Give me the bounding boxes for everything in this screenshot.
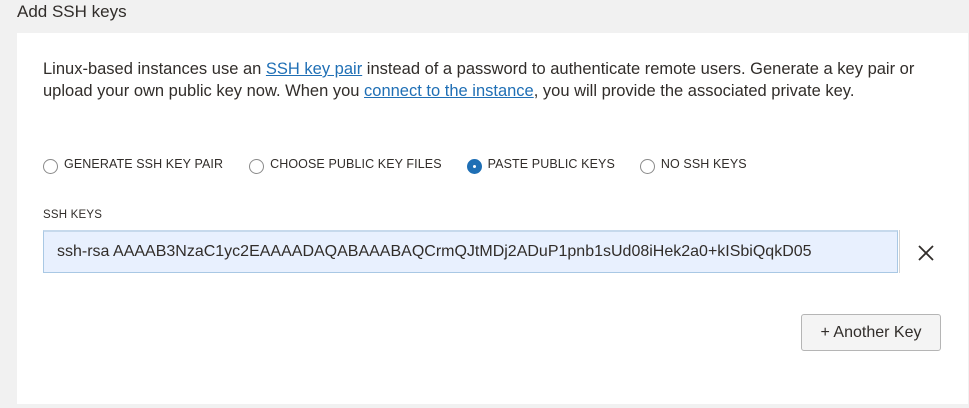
radio-circle-no-keys[interactable]: [639, 158, 655, 174]
radio-circle-paste-keys[interactable]: [466, 158, 482, 174]
description-part-3: , you will provide the associated privat…: [533, 82, 855, 100]
description-text: Linux-based instances use an SSH key pai…: [43, 58, 933, 102]
radio-circle-choose-files[interactable]: [249, 158, 265, 174]
radio-circle-generate[interactable]: [43, 158, 58, 174]
ssh-keys-label: SSH KEYS: [43, 209, 103, 221]
ssh-key-option-group: GENERATE SSH KEY PAIR CHOOSE PUBLIC KEY …: [43, 153, 747, 175]
another-key-button[interactable]: + Another Key: [801, 314, 941, 351]
radio-label-paste-keys: PASTE PUBLIC KEYS: [487, 157, 615, 171]
ssh-keys-page: Add SSH keys Linux-based instances use a…: [0, 0, 969, 408]
remove-key-button[interactable]: [914, 241, 938, 265]
radio-label-choose-files: CHOOSE PUBLIC KEY FILES: [270, 157, 442, 171]
connect-to-instance-link[interactable]: connect to the instance: [364, 82, 534, 100]
ssh-keys-panel: Linux-based instances use an SSH key pai…: [17, 33, 968, 404]
ssh-key-pair-link[interactable]: SSH key pair: [266, 60, 362, 78]
input-divider: [899, 230, 900, 273]
radio-label-no-keys: NO SSH KEYS: [660, 157, 747, 171]
close-icon: [918, 245, 934, 261]
radio-paste-public-keys[interactable]: PASTE PUBLIC KEYS: [466, 157, 615, 174]
radio-generate-ssh-key-pair[interactable]: GENERATE SSH KEY PAIR: [43, 157, 224, 174]
ssh-key-input[interactable]: [43, 230, 898, 273]
section-title: Add SSH keys: [17, 2, 127, 21]
radio-choose-public-key-files[interactable]: CHOOSE PUBLIC KEY FILES: [249, 157, 442, 174]
radio-no-ssh-keys[interactable]: NO SSH KEYS: [639, 157, 747, 174]
radio-label-generate: GENERATE SSH KEY PAIR: [64, 157, 224, 171]
description-part-1: Linux-based instances use an: [43, 60, 266, 78]
